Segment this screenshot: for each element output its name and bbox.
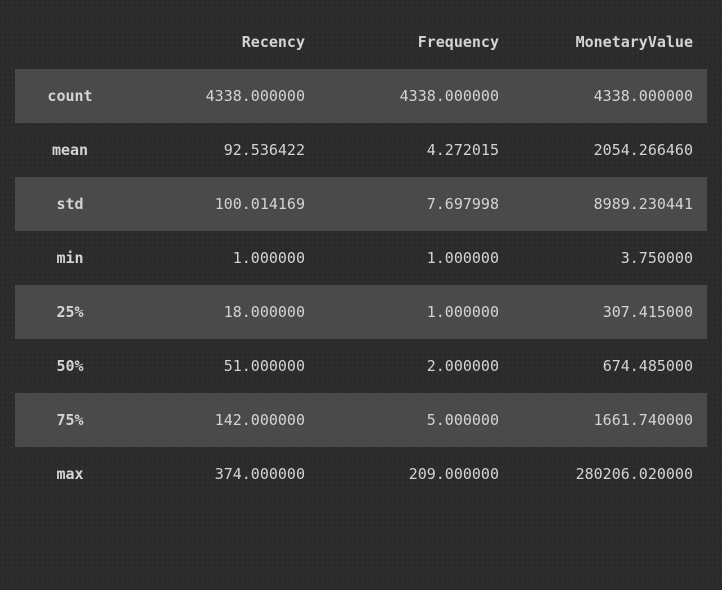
table-row: count 4338.000000 4338.000000 4338.00000… <box>15 69 707 123</box>
cell: 18.000000 <box>125 285 319 339</box>
cell: 7.697998 <box>319 177 513 231</box>
cell: 3.750000 <box>513 231 707 285</box>
table-row: std 100.014169 7.697998 8989.230441 <box>15 177 707 231</box>
cell: 92.536422 <box>125 123 319 177</box>
cell: 307.415000 <box>513 285 707 339</box>
corner-header <box>15 15 125 69</box>
row-index: std <box>15 177 125 231</box>
row-index: count <box>15 69 125 123</box>
table-row: 25% 18.000000 1.000000 307.415000 <box>15 285 707 339</box>
cell: 8989.230441 <box>513 177 707 231</box>
cell: 5.000000 <box>319 393 513 447</box>
cell: 1.000000 <box>319 285 513 339</box>
table-row: min 1.000000 1.000000 3.750000 <box>15 231 707 285</box>
cell: 4338.000000 <box>125 69 319 123</box>
table-header: Recency Frequency MonetaryValue <box>15 15 707 69</box>
cell: 4338.000000 <box>513 69 707 123</box>
cell: 374.000000 <box>125 447 319 501</box>
table-row: 75% 142.000000 5.000000 1661.740000 <box>15 393 707 447</box>
cell: 674.485000 <box>513 339 707 393</box>
col-header: Frequency <box>319 15 513 69</box>
row-index: mean <box>15 123 125 177</box>
table-body: count 4338.000000 4338.000000 4338.00000… <box>15 69 707 501</box>
row-index: 75% <box>15 393 125 447</box>
describe-table: Recency Frequency MonetaryValue count 43… <box>15 15 707 501</box>
table-row: mean 92.536422 4.272015 2054.266460 <box>15 123 707 177</box>
table-row: 50% 51.000000 2.000000 674.485000 <box>15 339 707 393</box>
cell: 1661.740000 <box>513 393 707 447</box>
col-header: Recency <box>125 15 319 69</box>
cell: 1.000000 <box>125 231 319 285</box>
col-header: MonetaryValue <box>513 15 707 69</box>
cell: 280206.020000 <box>513 447 707 501</box>
row-index: 50% <box>15 339 125 393</box>
cell: 100.014169 <box>125 177 319 231</box>
cell: 4338.000000 <box>319 69 513 123</box>
cell: 1.000000 <box>319 231 513 285</box>
cell: 51.000000 <box>125 339 319 393</box>
cell: 209.000000 <box>319 447 513 501</box>
row-index: min <box>15 231 125 285</box>
cell: 2054.266460 <box>513 123 707 177</box>
row-index: max <box>15 447 125 501</box>
table-row: max 374.000000 209.000000 280206.020000 <box>15 447 707 501</box>
cell: 142.000000 <box>125 393 319 447</box>
cell: 4.272015 <box>319 123 513 177</box>
cell: 2.000000 <box>319 339 513 393</box>
row-index: 25% <box>15 285 125 339</box>
